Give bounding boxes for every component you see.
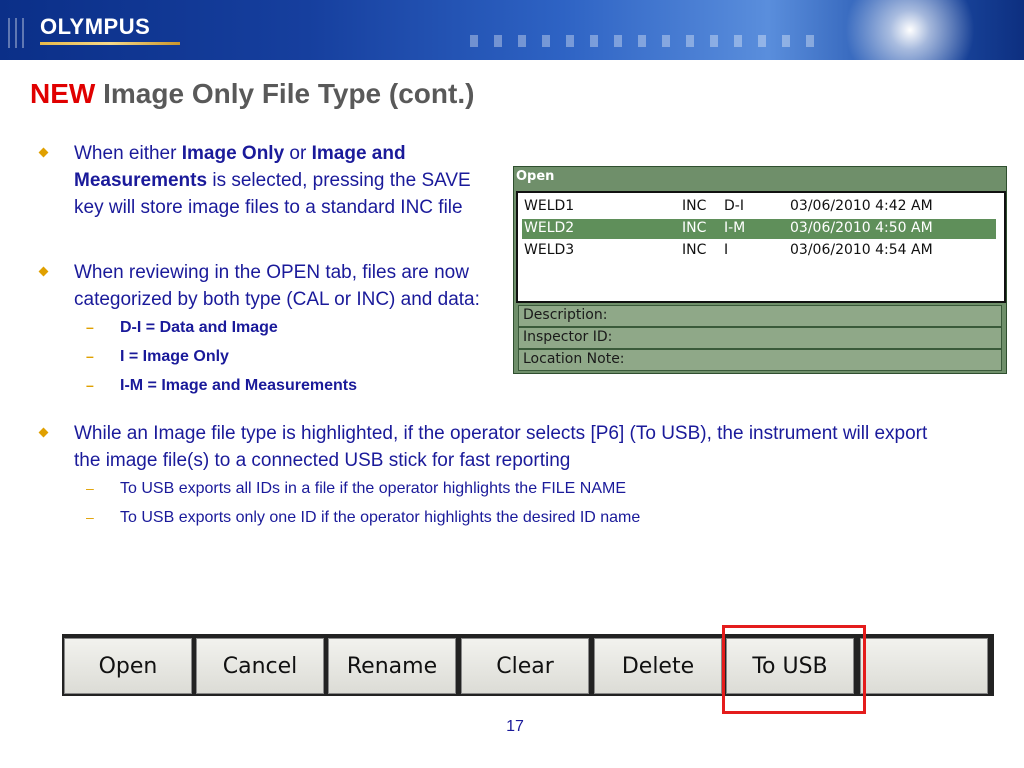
file-name: WELD2 [524,220,575,236]
dash-bullet-icon: – [86,348,94,364]
bullet-1: When either Image Only or Image and Meas… [38,140,494,221]
page-number: 17 [506,718,524,735]
file-date: 03/06/2010 4:42 AM [790,198,933,214]
file-list: WELD1 INC D-I 03/06/2010 4:42 AM WELD2 I… [516,191,1006,303]
field-label: Location Note: [523,351,625,367]
sub-item-text: To USB exports only one ID if the operat… [120,509,641,526]
file-name: WELD1 [524,198,575,214]
diamond-bullet-icon [38,147,49,158]
olympus-logo: OLYMPUS [40,14,151,39]
file-type: INC [682,220,707,236]
bullet-1-text-b: or [284,143,312,164]
diamond-bullet-icon [38,427,49,438]
field-label: Inspector ID: [523,329,613,345]
dash-bullet-icon: – [86,319,94,335]
dash-bullet-icon: – [86,509,94,525]
bullet-3: While an Image file type is highlighted,… [38,420,954,474]
header-banner: OLYMPUS [0,0,1024,60]
sub-item-text: I-M = Image and Measurements [120,377,357,394]
to-usb-highlight-box [722,625,866,714]
sub-item-usb-file: – To USB exports all IDs in a file if the… [38,474,1000,503]
bullet-3-text: While an Image file type is highlighted,… [74,423,928,471]
sub-item-d-i: – D-I = Data and Image [38,313,498,342]
file-row[interactable]: WELD3 INC I 03/06/2010 4:54 AM [522,241,996,261]
file-row-selected[interactable]: WELD2 INC I-M 03/06/2010 4:50 AM [522,219,996,239]
banner-decoration [8,18,29,53]
file-data: I-M [724,220,746,236]
location-note-field: Location Note: [518,349,1002,371]
sub-item-text: D-I = Data and Image [120,319,278,336]
file-date: 03/06/2010 4:50 AM [790,220,933,236]
file-type: INC [682,198,707,214]
dash-bullet-icon: – [86,480,94,496]
file-data: I [724,242,729,258]
sub-item-text: I = Image Only [120,348,229,365]
inspector-id-field: Inspector ID: [518,327,1002,349]
empty-softkey[interactable] [860,638,988,694]
delete-softkey[interactable]: Delete [594,638,722,694]
file-date: 03/06/2010 4:54 AM [790,242,933,258]
file-type: INC [682,242,707,258]
bullet-1-bold-a: Image Only [181,143,285,164]
title-new: NEW [30,78,96,109]
field-label: Description: [523,307,608,323]
banner-ticks [470,34,830,48]
dash-bullet-icon: – [86,377,94,393]
banner-glow [840,0,980,60]
clear-softkey[interactable]: Clear [461,638,589,694]
file-row[interactable]: WELD1 INC D-I 03/06/2010 4:42 AM [522,197,996,217]
file-name: WELD3 [524,242,575,258]
logo-underline [40,42,180,45]
title-text: Image Only File Type (cont.) [103,78,475,109]
description-field: Description: [518,305,1002,327]
sub-item-text: To USB exports all IDs in a file if the … [120,480,627,497]
bullet-list: When either Image Only or Image and Meas… [38,140,927,532]
file-data: D-I [724,198,744,214]
open-dialog: Open WELD1 INC D-I 03/06/2010 4:42 AM WE… [513,166,1007,374]
open-softkey[interactable]: Open [64,638,192,694]
sub-item-i-m: – I-M = Image and Measurements [38,371,498,400]
bullet-2-text: When reviewing in the OPEN tab, files ar… [74,262,480,310]
rename-softkey[interactable]: Rename [328,638,456,694]
bullet-1-text-a: When either [74,143,182,164]
sub-item-usb-id: – To USB exports only one ID if the opera… [38,503,1000,532]
bullet-2: When reviewing in the OPEN tab, files ar… [38,259,498,313]
slide-title: NEW Image Only File Type (cont.) [30,78,474,110]
cancel-softkey[interactable]: Cancel [196,638,324,694]
sub-item-i: – I = Image Only [38,342,498,371]
diamond-bullet-icon [38,266,49,277]
open-dialog-title: Open [516,169,555,184]
